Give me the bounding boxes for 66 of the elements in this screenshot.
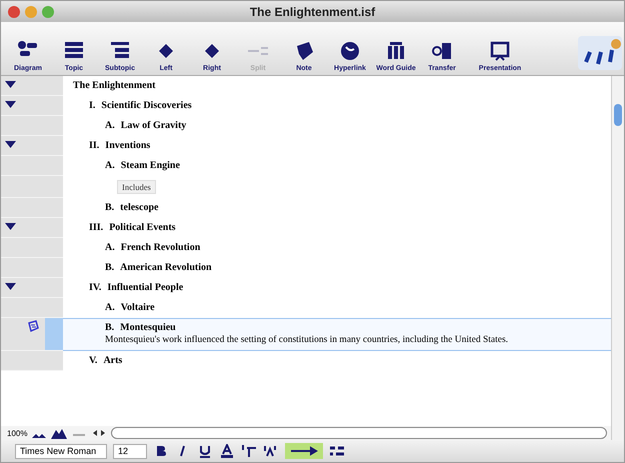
font-field[interactable]: Times New Roman — [15, 444, 107, 458]
outline-row[interactable]: A. Voltaire — [63, 298, 611, 318]
highlight-icon[interactable] — [285, 443, 323, 459]
outline-row[interactable]: III. Political Events — [63, 218, 611, 238]
topic-text[interactable]: Steam Engine — [120, 160, 180, 171]
collapse-triangle-icon[interactable] — [5, 101, 16, 108]
topic-number: A. — [105, 120, 115, 131]
topic-text[interactable]: Arts — [103, 354, 122, 366]
topic-text[interactable]: telescope — [120, 202, 158, 213]
circle-bar-icon — [431, 40, 453, 62]
outline-row[interactable]: B. American Revolution — [63, 258, 611, 278]
note-icon[interactable] — [27, 320, 39, 332]
topic-number: II. — [89, 140, 100, 151]
window-title: The Enlightenment.isf — [250, 4, 376, 18]
close-button[interactable] — [8, 6, 20, 18]
outline-row[interactable]: I. Scientific Discoveries — [63, 96, 611, 116]
topic-text[interactable]: American Revolution — [120, 262, 212, 273]
topic-note: Montesquieu's work influenced the setting of constitutions in many countries, including the United States. — [105, 335, 510, 347]
underline-icon[interactable] — [197, 444, 213, 458]
topic-number: B. — [105, 262, 114, 273]
text-color-icon[interactable] — [219, 444, 235, 458]
outline-row[interactable]: Includes — [63, 176, 611, 198]
selection-strip — [45, 318, 63, 350]
collapse-triangle-icon[interactable] — [5, 283, 16, 290]
outline-row[interactable]: A. Steam Engine — [63, 156, 611, 176]
topic-text[interactable]: Political Events — [109, 222, 176, 233]
vertical-scrollbar[interactable] — [611, 76, 624, 440]
outline-row[interactable]: A. French Revolution — [63, 238, 611, 258]
columns-icon — [385, 40, 407, 62]
topic-text[interactable]: Inventions — [105, 140, 150, 151]
font-size-field[interactable]: 12 — [113, 444, 147, 458]
list-icon[interactable] — [329, 444, 345, 458]
topic-number: B. — [105, 322, 114, 333]
outline-row[interactable]: B. telescope — [63, 198, 611, 218]
horizontal-scrollbar[interactable] — [111, 427, 607, 439]
topic-text[interactable]: The Enlightenment — [73, 80, 156, 91]
topic-text[interactable]: Influential People — [107, 282, 184, 293]
collapse-triangle-icon[interactable] — [5, 141, 16, 148]
globe-icon — [339, 40, 361, 62]
topic-text[interactable]: French Revolution — [120, 242, 200, 253]
topic-number: A. — [105, 160, 115, 171]
outline-row[interactable]: B. Montesquieu Montesquieu's work influenced the setting of constitutions in many countries, including the United States. — [63, 318, 611, 351]
indent-icon[interactable] — [241, 444, 257, 458]
topic-number: III. — [89, 222, 104, 233]
outline-row[interactable]: II. Inventions — [63, 136, 611, 156]
outline-row[interactable]: IV. Influential People — [63, 278, 611, 298]
scroll-thumb[interactable] — [614, 104, 622, 126]
collapse-triangle-icon[interactable] — [5, 81, 16, 88]
collapse-triangle-icon[interactable] — [5, 223, 16, 230]
topic-text[interactable]: Scientific Discoveries — [101, 100, 192, 111]
relationship-label[interactable]: Includes — [117, 180, 156, 194]
outline-row[interactable]: The Enlightenment — [63, 76, 611, 96]
topic-number: A. — [105, 302, 115, 313]
topic-number: B. — [105, 202, 114, 213]
topic-number: I. — [89, 100, 96, 111]
outline-row[interactable]: A. Law of Gravity — [63, 116, 611, 136]
topic-number: V. — [89, 354, 98, 366]
topic-number: IV. — [89, 282, 102, 293]
topic-text[interactable]: Voltaire — [120, 302, 155, 313]
zoom-level: 100% — [7, 428, 28, 438]
outline-row[interactable]: V. Arts — [63, 350, 611, 371]
topic-text[interactable]: Montesquieu — [120, 322, 176, 333]
topic-text[interactable]: Law of Gravity — [120, 120, 186, 131]
topic-number: A. — [105, 242, 115, 253]
screen-icon — [489, 40, 511, 62]
superscript-icon[interactable] — [263, 444, 279, 458]
